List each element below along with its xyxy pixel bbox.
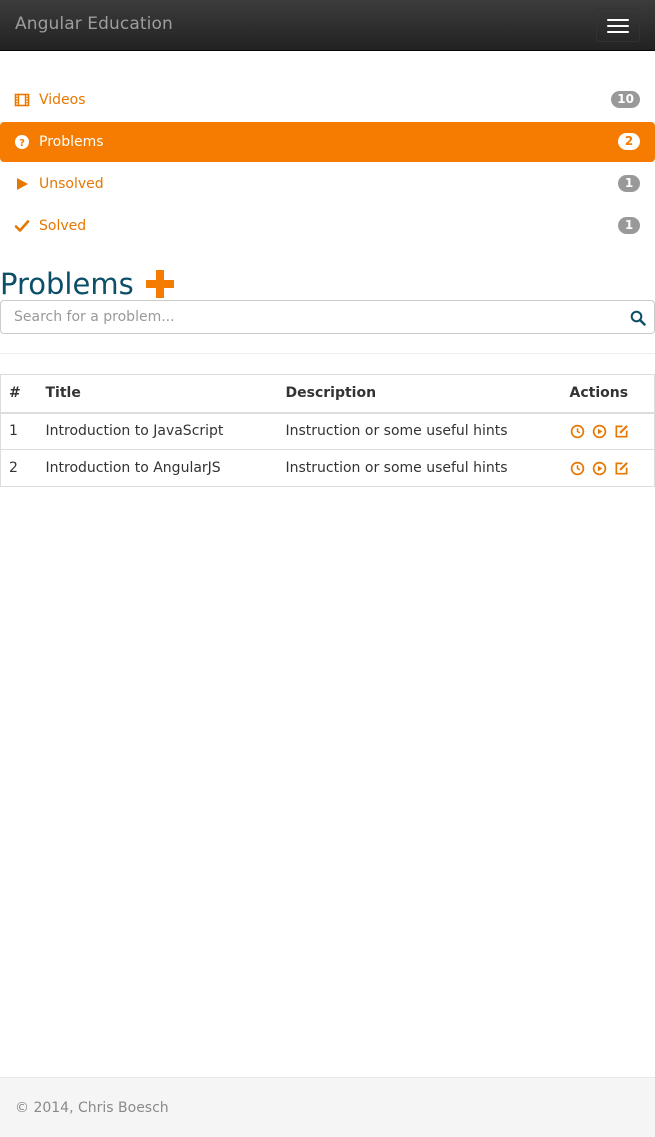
row-title: Introduction to AngularJS bbox=[37, 449, 278, 487]
edit-icon[interactable] bbox=[614, 461, 629, 476]
page-title: Problems bbox=[0, 267, 134, 301]
footer: © 2014, Chris Boesch bbox=[0, 1077, 655, 1137]
menu-label-problems: Problems bbox=[39, 134, 104, 150]
checkmark-icon bbox=[14, 220, 30, 232]
navbar: Angular Education bbox=[0, 0, 655, 51]
search-input[interactable] bbox=[1, 301, 621, 333]
clock-icon[interactable] bbox=[570, 461, 585, 476]
menu-item-videos[interactable]: Videos 10 bbox=[0, 80, 655, 120]
page-heading: Problems bbox=[0, 266, 175, 302]
row-actions bbox=[561, 412, 655, 450]
menu-label-videos: Videos bbox=[39, 92, 86, 108]
search-icon[interactable] bbox=[630, 310, 646, 326]
column-header-actions: Actions bbox=[561, 374, 655, 414]
row-description: Instruction or some useful hints bbox=[277, 449, 562, 487]
hamburger-menu-icon bbox=[607, 19, 629, 21]
menu-item-unsolved[interactable]: Unsolved 1 bbox=[0, 164, 655, 204]
clock-icon[interactable] bbox=[570, 424, 585, 439]
menu-item-problems[interactable]: ? Problems 2 bbox=[0, 122, 655, 162]
count-badge-videos: 10 bbox=[611, 91, 640, 108]
svg-text:?: ? bbox=[19, 138, 25, 149]
column-header-number[interactable]: # bbox=[0, 374, 38, 414]
footer-copyright: © 2014, Chris Boesch bbox=[15, 1100, 169, 1116]
row-title: Introduction to JavaScript bbox=[37, 412, 278, 450]
row-number: 2 bbox=[0, 449, 38, 487]
table-row: 2 Introduction to AngularJS Instruction … bbox=[0, 449, 655, 487]
side-menu: Videos 10 ? Problems 2 Unsolved 1 Solved… bbox=[0, 80, 655, 248]
play-circle-icon[interactable] bbox=[592, 424, 607, 439]
count-badge-unsolved: 1 bbox=[618, 175, 640, 192]
row-actions bbox=[561, 449, 655, 487]
brand-title[interactable]: Angular Education bbox=[15, 14, 173, 34]
navbar-toggle-button[interactable] bbox=[596, 8, 640, 42]
table-header-row: # Title Description Actions bbox=[0, 374, 655, 414]
search-box bbox=[0, 300, 655, 334]
menu-label-solved: Solved bbox=[39, 218, 87, 234]
divider bbox=[0, 353, 655, 354]
question-circle-icon: ? bbox=[15, 135, 29, 149]
count-badge-solved: 1 bbox=[618, 217, 640, 234]
film-icon bbox=[14, 93, 30, 107]
play-circle-icon[interactable] bbox=[592, 461, 607, 476]
count-badge-problems: 2 bbox=[618, 133, 640, 150]
column-header-title[interactable]: Title bbox=[37, 374, 278, 414]
page: Angular Education Videos 10 ? Problems 2… bbox=[0, 0, 655, 1137]
column-header-description[interactable]: Description bbox=[277, 374, 562, 414]
edit-icon[interactable] bbox=[614, 424, 629, 439]
problems-table: # Title Description Actions 1 Introducti… bbox=[0, 374, 655, 487]
menu-label-unsolved: Unsolved bbox=[39, 176, 104, 192]
menu-item-solved[interactable]: Solved 1 bbox=[0, 206, 655, 246]
play-icon bbox=[17, 178, 28, 190]
row-number: 1 bbox=[0, 412, 38, 450]
table-row: 1 Introduction to JavaScript Instruction… bbox=[0, 412, 655, 450]
row-description: Instruction or some useful hints bbox=[277, 412, 562, 450]
plus-icon[interactable] bbox=[145, 269, 175, 299]
